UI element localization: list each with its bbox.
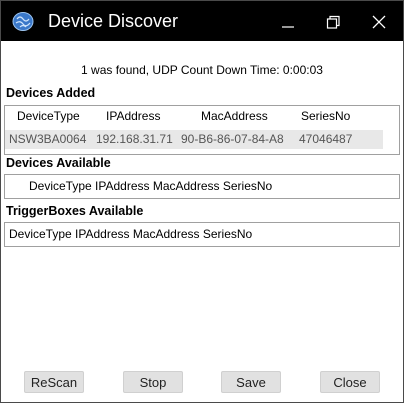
devices-available-list[interactable]: DeviceType IPAddress MacAddress SeriesNo bbox=[4, 174, 400, 199]
column-header-seriesno[interactable]: SeriesNo bbox=[301, 109, 350, 123]
cell-ipaddress: 192.168.31.71 bbox=[96, 132, 173, 146]
status-text: 1 was found, UDP Count Down Time: 0:00:0… bbox=[81, 63, 323, 77]
rescan-button[interactable]: ReScan bbox=[24, 371, 84, 393]
cell-macaddress: 90-B6-86-07-84-A8 bbox=[181, 132, 284, 146]
devices-added-label: Devices Added bbox=[6, 86, 96, 100]
device-discover-window: Device Discover 1 was found, UDP Count D… bbox=[0, 0, 404, 403]
close-icon bbox=[372, 15, 386, 29]
column-header-devicetype[interactable]: DeviceType bbox=[17, 109, 80, 123]
title-bar[interactable]: Device Discover bbox=[1, 1, 403, 41]
close-window-button[interactable] bbox=[356, 1, 402, 41]
minimize-button[interactable] bbox=[265, 1, 311, 41]
restore-button[interactable] bbox=[310, 1, 356, 41]
devices-added-header: DeviceType IPAddress MacAddress SeriesNo bbox=[5, 109, 399, 127]
stop-button[interactable]: Stop bbox=[123, 371, 183, 393]
devices-added-list[interactable]: DeviceType IPAddress MacAddress SeriesNo… bbox=[4, 105, 400, 155]
triggerboxes-available-header: DeviceType IPAddress MacAddress SeriesNo bbox=[9, 227, 253, 241]
brain-icon bbox=[12, 12, 34, 31]
close-button[interactable]: Close bbox=[320, 371, 380, 393]
restore-icon bbox=[326, 15, 340, 29]
cell-devicetype: NSW3BA0064 bbox=[9, 132, 87, 146]
column-header-macaddress[interactable]: MacAddress bbox=[201, 109, 268, 123]
triggerboxes-available-label: TriggerBoxes Available bbox=[6, 204, 144, 218]
table-row[interactable]: NSW3BA0064 192.168.31.71 90-B6-86-07-84-… bbox=[5, 130, 383, 149]
save-button[interactable]: Save bbox=[221, 371, 281, 393]
minimize-icon bbox=[282, 26, 294, 28]
triggerboxes-available-list[interactable]: DeviceType IPAddress MacAddress SeriesNo bbox=[4, 222, 400, 247]
devices-available-header: DeviceType IPAddress MacAddress SeriesNo bbox=[29, 179, 273, 193]
devices-available-label: Devices Available bbox=[6, 156, 111, 170]
window-title: Device Discover bbox=[48, 11, 179, 31]
cell-seriesno: 47046487 bbox=[299, 132, 353, 146]
column-header-ipaddress[interactable]: IPAddress bbox=[106, 109, 160, 123]
